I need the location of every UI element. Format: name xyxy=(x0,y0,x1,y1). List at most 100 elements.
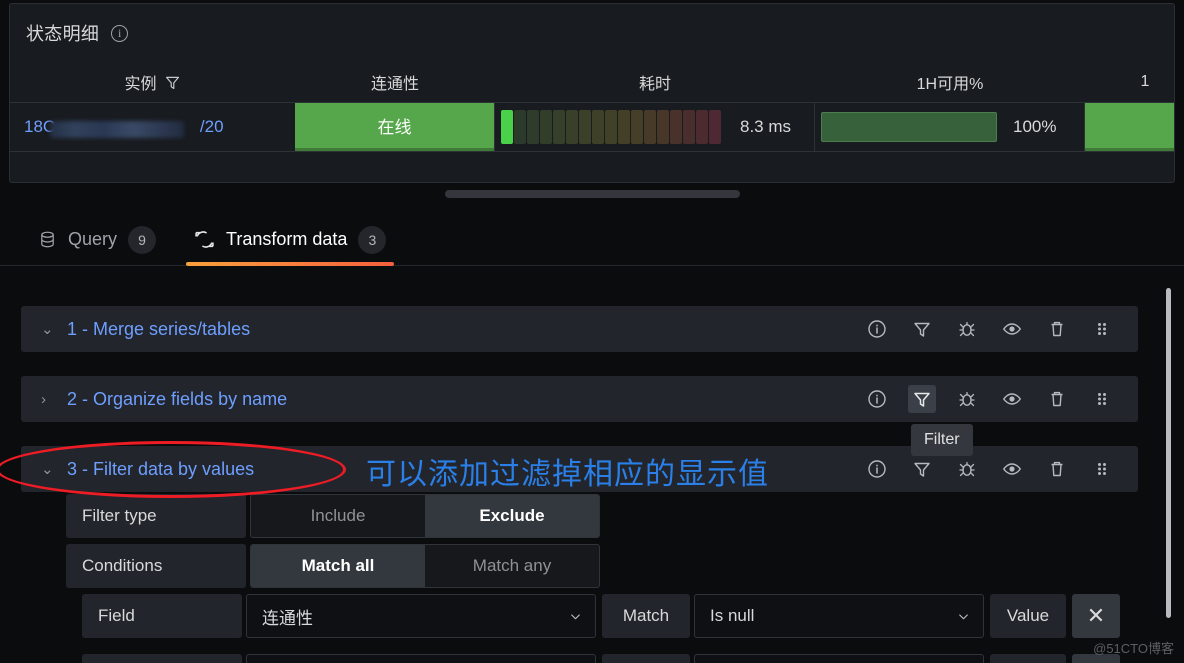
cell-last[interactable]: 10 xyxy=(1085,103,1174,151)
eye-icon[interactable] xyxy=(998,315,1026,343)
column-header-instance[interactable]: 实例 xyxy=(10,62,295,102)
chevron-down-icon[interactable]: ⌄ xyxy=(41,320,54,338)
page-title: 状态明细 xyxy=(26,24,100,44)
led-cell xyxy=(527,110,539,144)
remove-condition-button[interactable]: ✕ xyxy=(1072,594,1120,638)
transformation-row-2[interactable]: › 2 - Organize fields by name xyxy=(21,376,1138,422)
availability-gauge: 100% xyxy=(815,103,1084,151)
cell-availability[interactable]: 100% xyxy=(815,103,1085,151)
conditions-row: Conditions Match all Match any xyxy=(0,544,1184,588)
info-icon[interactable] xyxy=(863,455,891,483)
cell-connectivity[interactable]: 在线 xyxy=(295,103,495,151)
value-label-2 xyxy=(990,654,1066,663)
drag-handle-icon[interactable] xyxy=(1088,315,1116,343)
led-cell xyxy=(696,110,708,144)
filter-type-label: Filter type xyxy=(66,494,246,538)
led-cell xyxy=(501,110,513,144)
transformation-row-1-title[interactable]: ⌄ 1 - Merge series/tables xyxy=(21,319,863,340)
transform-vertical-scrollbar[interactable] xyxy=(1166,288,1171,618)
filter-type-option-include[interactable]: Include xyxy=(251,495,425,537)
column-header-availability[interactable]: 1H可用% xyxy=(815,62,1085,102)
database-icon xyxy=(41,231,54,248)
eye-icon[interactable] xyxy=(998,455,1026,483)
led-cell xyxy=(514,110,526,144)
debug-bug-icon[interactable] xyxy=(953,455,981,483)
led-cell xyxy=(657,110,669,144)
tab-query[interactable]: Query 9 xyxy=(30,214,164,266)
panel-header: 状态明细 i xyxy=(10,4,1174,48)
value-label: Value xyxy=(990,594,1066,638)
condition-row-1: Field 连通性 Match Is null Value ✕ xyxy=(0,594,1184,638)
filter-icon[interactable] xyxy=(164,74,181,91)
filter-tooltip: Filter xyxy=(911,424,973,456)
led-cell xyxy=(605,110,617,144)
trash-icon[interactable] xyxy=(1043,455,1071,483)
transformation-row-2-title[interactable]: › 2 - Organize fields by name xyxy=(21,389,863,410)
eye-icon[interactable] xyxy=(998,385,1026,413)
availability-bar xyxy=(821,112,997,142)
chevron-right-icon[interactable]: › xyxy=(41,391,53,408)
tab-transform-data[interactable]: Transform data 3 xyxy=(186,214,395,266)
column-header-connectivity[interactable]: 连通性 xyxy=(295,62,495,102)
trash-icon[interactable] xyxy=(1043,315,1071,343)
transformation-row-1-actions xyxy=(863,315,1138,343)
led-cell xyxy=(592,110,604,144)
drag-handle-icon[interactable] xyxy=(1088,455,1116,483)
transformation-row-1[interactable]: ⌄ 1 - Merge series/tables xyxy=(21,306,1138,352)
column-header-instance-label: 实例 xyxy=(124,76,157,93)
column-header-last-label: 1 xyxy=(1140,73,1150,90)
last-badge: 10 xyxy=(1085,103,1174,151)
debug-bug-icon[interactable] xyxy=(953,315,981,343)
transformation-row-3-label: 3 - Filter data by values xyxy=(67,458,255,479)
field-select-value: 连通性 xyxy=(262,608,313,628)
conditions-option-match-all[interactable]: Match all xyxy=(251,545,425,587)
chevron-down-icon xyxy=(959,613,968,619)
filter-icon[interactable] xyxy=(908,455,936,483)
watermark: @51CTO博客 xyxy=(1093,641,1174,656)
field-select[interactable]: 连通性 xyxy=(246,594,596,638)
match-label: Match xyxy=(602,594,690,638)
table-header-row: 实例 连通性 耗时 1H可用% 1 xyxy=(10,62,1174,102)
table-horizontal-scrollbar[interactable] xyxy=(445,190,740,198)
conditions-label: Conditions xyxy=(66,544,246,588)
info-icon[interactable] xyxy=(863,385,891,413)
tab-transform-data-label: Transform data xyxy=(226,229,348,249)
drag-handle-icon[interactable] xyxy=(1088,385,1116,413)
match-label-2 xyxy=(602,654,690,663)
transform-icon xyxy=(195,231,214,248)
led-cell xyxy=(540,110,552,144)
transformation-row-3-actions xyxy=(863,455,1138,483)
column-header-last[interactable]: 1 xyxy=(1085,62,1174,102)
transformation-row-2-actions xyxy=(863,385,1138,413)
match-operator-select-2[interactable] xyxy=(694,654,984,663)
trash-icon[interactable] xyxy=(1043,385,1071,413)
info-circle-icon[interactable]: i xyxy=(111,24,129,42)
cell-instance[interactable]: 18C /20 xyxy=(10,103,295,151)
redaction-blur xyxy=(50,121,184,138)
status-badge: 在线 xyxy=(295,103,494,151)
filter-type-option-exclude[interactable]: Exclude xyxy=(425,495,599,537)
info-icon[interactable] xyxy=(863,315,891,343)
debug-bug-icon[interactable] xyxy=(953,385,981,413)
cell-cost[interactable]: 8.3 ms xyxy=(495,103,815,151)
availability-value: 100% xyxy=(1013,117,1057,136)
transformation-row-2-label: 2 - Organize fields by name xyxy=(67,388,288,409)
column-header-cost[interactable]: 耗时 xyxy=(495,62,815,102)
filter-form: Filter type Include Exclude Conditions M… xyxy=(0,494,1184,644)
led-cell xyxy=(579,110,591,144)
column-header-connectivity-label: 连通性 xyxy=(370,76,419,93)
conditions-option-match-any[interactable]: Match any xyxy=(425,545,599,587)
filter-icon[interactable] xyxy=(908,385,936,413)
cost-value: 8.3 ms xyxy=(740,117,792,136)
led-cell xyxy=(644,110,656,144)
field-select-2[interactable] xyxy=(246,654,596,663)
field-label-2 xyxy=(82,654,242,663)
column-header-availability-label: 1H可用% xyxy=(916,76,984,93)
table-row[interactable]: 18C /20 在线 8.3 ms 100% xyxy=(10,102,1174,152)
instance-value: 18C /20 xyxy=(24,117,224,138)
chevron-down-icon[interactable]: ⌄ xyxy=(41,460,54,478)
chevron-down-icon xyxy=(571,613,580,619)
led-gauge: 8.3 ms xyxy=(495,103,791,151)
match-operator-select[interactable]: Is null xyxy=(694,594,984,638)
filter-icon[interactable] xyxy=(908,315,936,343)
